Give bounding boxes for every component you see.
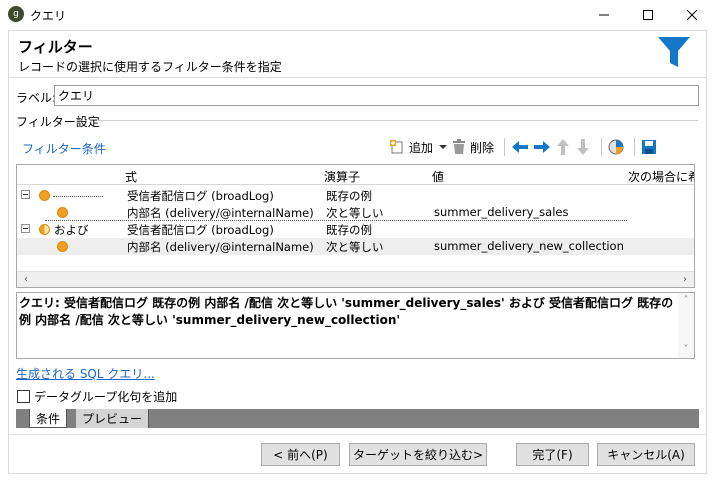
cell-operator: 既存の例	[326, 189, 372, 203]
toolbar-separator	[504, 138, 506, 156]
distribution-button[interactable]	[608, 136, 624, 158]
add-button[interactable]: 追加	[389, 136, 448, 158]
cell-value: summer_delivery_sales	[434, 205, 569, 219]
minimize-button[interactable]	[582, 0, 626, 30]
collapse-icon[interactable]	[21, 224, 30, 233]
query-summary-text: クエリ: 受信者配信ログ 既存の例 内部名 /配信 次と等しい 'summer_…	[19, 296, 674, 327]
move-left-button[interactable]	[511, 136, 529, 158]
conditions-grid: 式 演算子 値 次の場合に希 受信者配信ログ (broadLog) 既存の例 内…	[16, 164, 695, 288]
app-icon: g	[8, 6, 24, 22]
vertical-scrollbar[interactable]: ˄ ˅	[678, 293, 694, 358]
column-header-condition[interactable]: 次の場合に希	[628, 168, 694, 185]
window-title: クエリ	[30, 9, 67, 23]
condition-node-icon	[57, 241, 68, 252]
header-divider	[8, 77, 707, 78]
filter-conditions-title: フィルター条件	[22, 142, 106, 156]
cancel-button[interactable]: キャンセル(A)	[597, 443, 695, 466]
tab-preview[interactable]: プレビュー	[76, 409, 150, 428]
cell-operator: 次と等しい	[326, 206, 384, 220]
arrow-down-icon	[577, 139, 590, 155]
cell-expression: 内部名 (delivery/@internalName)	[127, 206, 314, 220]
save-button[interactable]	[641, 136, 657, 158]
move-right-button[interactable]	[533, 136, 551, 158]
cell-operator: 次と等しい	[326, 240, 384, 254]
close-icon	[687, 10, 697, 20]
horizontal-scrollbar[interactable]: ‹ ›	[17, 271, 694, 287]
add-condition-icon	[390, 140, 403, 154]
column-header-operator[interactable]: 演算子	[324, 168, 360, 185]
data-grouping-label: データグループ化句を追加	[34, 390, 178, 404]
maximize-icon	[643, 10, 653, 20]
move-up-button[interactable]	[555, 136, 571, 158]
cell-expression: 受信者配信ログ (broadLog)	[127, 189, 274, 203]
pie-chart-icon	[608, 139, 624, 155]
table-row[interactable]: 内部名 (delivery/@internalName) 次と等しい summe…	[17, 238, 694, 255]
back-button[interactable]: < 前へ(P)	[261, 443, 340, 466]
table-row[interactable]: および 受信者配信ログ (broadLog) 既存の例	[17, 221, 694, 238]
cell-expression: 内部名 (delivery/@internalName)	[127, 240, 314, 254]
filter-funnel-icon	[658, 37, 690, 67]
move-down-button[interactable]	[575, 136, 591, 158]
trash-icon	[453, 139, 466, 154]
add-label: 追加	[409, 140, 434, 155]
label-input[interactable]	[54, 85, 699, 106]
query-summary-box: クエリ: 受信者配信ログ 既存の例 内部名 /配信 次と等しい 'summer_…	[16, 292, 695, 359]
minimize-icon	[599, 14, 609, 16]
cell-prefix: および	[54, 223, 89, 237]
toolbar-separator	[601, 138, 603, 156]
finish-button[interactable]: 完了(F)	[516, 443, 589, 466]
cell-operator: 既存の例	[326, 223, 372, 237]
close-button[interactable]	[670, 0, 714, 30]
narrow-target-button[interactable]: ターゲットを絞り込む>	[349, 443, 487, 466]
conditions-toolbar: 追加 削除	[389, 136, 661, 158]
filter-settings-divider	[97, 120, 698, 121]
grid-header: 式 演算子 値 次の場合に希	[17, 165, 694, 185]
tab-bar: 条件 プレビュー	[16, 409, 699, 428]
page-title: フィルター	[18, 38, 93, 56]
collapse-icon[interactable]	[21, 190, 30, 199]
page-subtitle: レコードの選択に使用するフィルター条件を指定	[18, 60, 282, 74]
footer-divider	[8, 434, 707, 435]
table-row[interactable]: 受信者配信ログ (broadLog) 既存の例	[17, 187, 694, 204]
data-grouping-option[interactable]: データグループ化句を追加	[17, 388, 177, 405]
and-node-icon	[39, 224, 50, 235]
delete-label: 削除	[470, 140, 495, 155]
cell-value: summer_delivery_new_collection	[434, 239, 624, 253]
data-grouping-checkbox[interactable]	[17, 390, 30, 403]
column-header-value[interactable]: 値	[432, 168, 444, 185]
filter-settings-title: フィルター設定	[16, 115, 100, 129]
label-field-label: ラベル:	[16, 91, 57, 105]
condition-node-icon	[57, 207, 68, 218]
table-row[interactable]: 内部名 (delivery/@internalName) 次と等しい summe…	[17, 204, 694, 221]
toolbar-separator	[634, 138, 636, 156]
tab-conditions[interactable]: 条件	[29, 409, 68, 428]
maximize-button[interactable]	[626, 0, 670, 30]
arrow-up-icon	[557, 139, 570, 155]
scroll-up-icon[interactable]: ˄	[679, 294, 693, 308]
delete-button[interactable]: 削除	[452, 136, 494, 158]
scroll-left-icon[interactable]: ‹	[19, 273, 33, 287]
chevron-down-icon	[439, 145, 448, 149]
arrow-left-icon	[512, 141, 529, 153]
save-icon	[642, 140, 657, 154]
scroll-down-icon[interactable]: ˅	[679, 343, 693, 357]
condition-node-icon	[39, 190, 50, 201]
scroll-right-icon[interactable]: ›	[678, 273, 692, 287]
generated-sql-link[interactable]: 生成される SQL クエリ...	[16, 365, 155, 382]
column-header-expression[interactable]: 式	[125, 168, 137, 185]
title-bar: g クエリ	[0, 0, 715, 30]
cell-expression: 受信者配信ログ (broadLog)	[127, 223, 274, 237]
tree-connector	[53, 196, 103, 197]
arrow-right-icon	[534, 141, 551, 153]
